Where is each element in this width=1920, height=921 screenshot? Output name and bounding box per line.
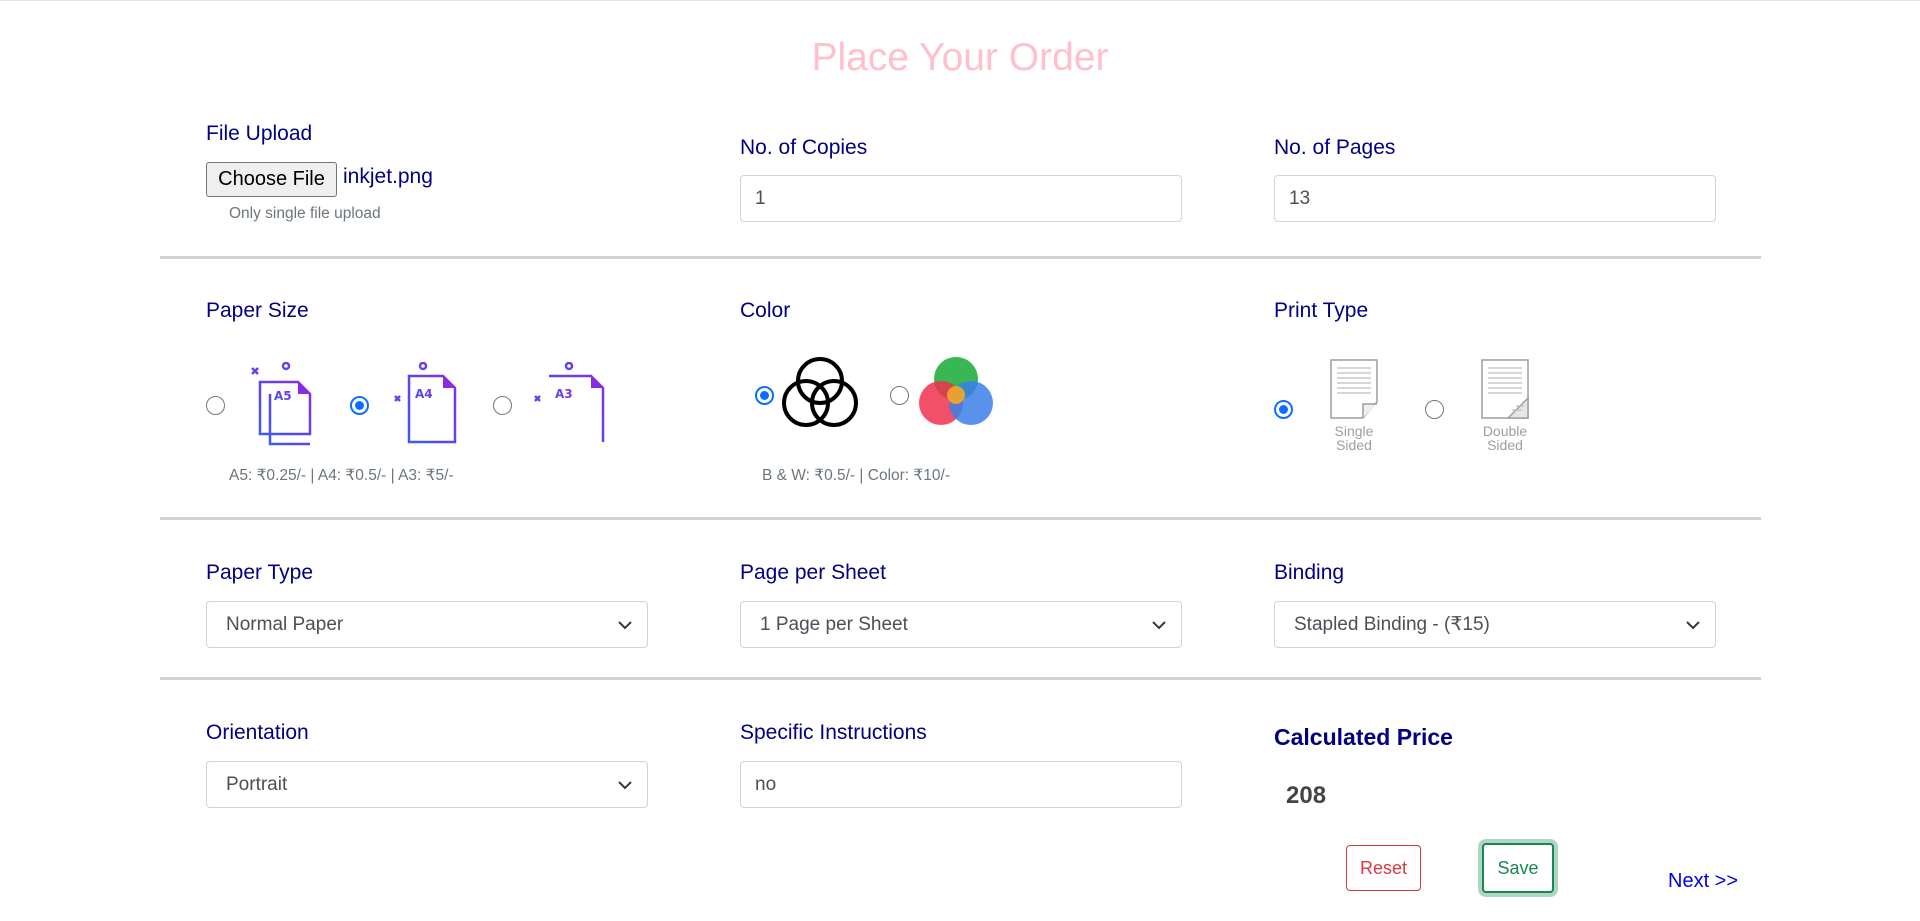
double-sided-label: Double Sided bbox=[1473, 424, 1537, 452]
calculated-price-value: 208 bbox=[1286, 782, 1327, 809]
paper-type-value: Normal Paper bbox=[226, 613, 344, 635]
instructions-input[interactable]: no bbox=[740, 761, 1182, 808]
double-sided-label-line1: Double bbox=[1482, 423, 1528, 439]
svg-text:A5: A5 bbox=[274, 389, 292, 403]
binding-label: Binding bbox=[1274, 561, 1345, 584]
paper-size-label: Paper Size bbox=[206, 299, 309, 322]
radio-a3[interactable] bbox=[493, 396, 512, 415]
chevron-down-icon bbox=[1686, 621, 1700, 630]
double-sided-label-line2: Sided bbox=[1487, 437, 1523, 453]
print-type-label: Print Type bbox=[1274, 299, 1369, 322]
color-circles-icon bbox=[919, 357, 993, 425]
divider bbox=[160, 677, 1761, 680]
divider bbox=[160, 517, 1761, 520]
save-button[interactable]: Save bbox=[1482, 843, 1554, 893]
page-title: Place Your Order bbox=[811, 36, 1109, 79]
instructions-label: Specific Instructions bbox=[740, 721, 927, 744]
pages-label: No. of Pages bbox=[1274, 136, 1396, 159]
a3-paper-icon: A3 bbox=[533, 362, 605, 442]
radio-a4[interactable] bbox=[350, 396, 369, 415]
radio-color[interactable] bbox=[890, 386, 909, 405]
orientation-select[interactable]: Portrait bbox=[206, 761, 648, 808]
choose-file-button[interactable]: Choose File bbox=[206, 162, 337, 197]
chevron-down-icon bbox=[618, 621, 632, 630]
a5-paper-icon: A5 bbox=[251, 362, 312, 446]
chevron-down-icon bbox=[618, 781, 632, 790]
copies-input[interactable]: 1 bbox=[740, 175, 1182, 222]
file-upload-help: Only single file upload bbox=[229, 205, 381, 222]
chevron-down-icon bbox=[1152, 621, 1166, 630]
a4-paper-icon: A4 bbox=[393, 362, 457, 444]
next-link[interactable]: Next >> bbox=[1668, 870, 1738, 893]
divider bbox=[160, 256, 1761, 259]
calculated-price-title: Calculated Price bbox=[1274, 724, 1453, 750]
radio-single-sided[interactable] bbox=[1274, 400, 1293, 419]
svg-text:A4: A4 bbox=[415, 387, 433, 401]
bw-circles-icon bbox=[782, 357, 858, 427]
color-help: B & W: ₹0.5/- | Color: ₹10/- bbox=[762, 467, 950, 484]
page-per-sheet-select[interactable]: 1 Page per Sheet bbox=[740, 601, 1182, 648]
radio-bw[interactable] bbox=[755, 386, 774, 405]
single-sided-label-line1: Single bbox=[1334, 423, 1374, 439]
orientation-value: Portrait bbox=[226, 773, 288, 795]
radio-double-sided[interactable] bbox=[1425, 400, 1444, 419]
pages-input[interactable]: 13 bbox=[1274, 175, 1716, 222]
paper-type-select[interactable]: Normal Paper bbox=[206, 601, 648, 648]
radio-a5[interactable] bbox=[206, 396, 225, 415]
page-per-sheet-value: 1 Page per Sheet bbox=[760, 613, 908, 635]
reset-button[interactable]: Reset bbox=[1346, 845, 1421, 891]
orientation-label: Orientation bbox=[206, 721, 309, 744]
binding-select[interactable]: Stapled Binding - (₹15) bbox=[1274, 601, 1716, 648]
file-name: inkjet.png bbox=[343, 165, 433, 188]
top-border bbox=[0, 0, 1920, 1]
single-sided-label-line2: Sided bbox=[1336, 437, 1372, 453]
color-label: Color bbox=[740, 299, 791, 322]
binding-value: Stapled Binding - (₹15) bbox=[1294, 614, 1490, 635]
single-sided-label: Single Sided bbox=[1324, 424, 1384, 452]
double-sided-icon bbox=[1481, 359, 1529, 419]
copies-label: No. of Copies bbox=[740, 136, 868, 159]
single-sided-icon bbox=[1330, 359, 1378, 419]
paper-type-label: Paper Type bbox=[206, 561, 314, 584]
page-per-sheet-label: Page per Sheet bbox=[740, 561, 886, 584]
svg-text:A3: A3 bbox=[555, 387, 573, 401]
paper-size-help: A5: ₹0.25/- | A4: ₹0.5/- | A3: ₹5/- bbox=[229, 467, 454, 484]
file-upload-label: File Upload bbox=[206, 122, 313, 145]
